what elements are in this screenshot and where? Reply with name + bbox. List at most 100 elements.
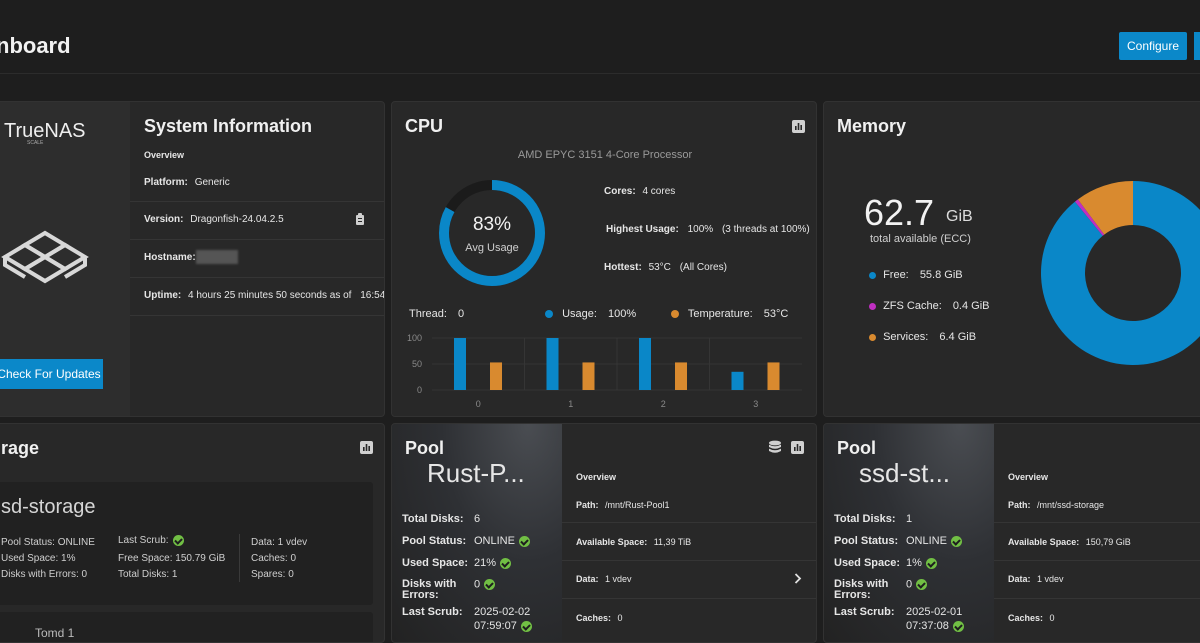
pool-ssd-disk-errors: Disks with Errors: 0 [834, 579, 928, 601]
highest-usage-row: Highest Usage: 100% (3 threads at 100%) [606, 224, 810, 235]
storage-bottom-panel: Tomd 1 [0, 612, 373, 642]
pool-ssd-last-scrub: Last Scrub: 2025-02-01 07:37:08 [834, 605, 964, 632]
storage-spares: Spares: 0 [251, 569, 294, 580]
divider [130, 201, 384, 202]
database-icon[interactable] [768, 440, 782, 454]
platform-row: Platform: Generic [144, 177, 230, 188]
overview-label: Overview [144, 150, 185, 160]
pool-rust-total-disks: Total Disks: 6 [402, 513, 480, 525]
storage-card: rage sd-storage Pool Status: ONLINE Used… [0, 423, 385, 643]
pool-ssd-overview: Overview [1008, 472, 1049, 482]
usage-legend: Usage: 100% [545, 308, 636, 320]
x-tick-label: 0 [476, 399, 481, 409]
bar-usage-thread-2 [639, 338, 651, 390]
storage-pool-name: sd-storage [1, 496, 96, 518]
pool-rust-last-scrub: Last Scrub: 2025-02-02 07:59:07 [402, 605, 532, 632]
data-value: 1 vdev [1037, 574, 1064, 584]
top-bar: nboard Configure [0, 0, 1200, 74]
pool-status-label: Pool Status: [834, 535, 899, 547]
copy-clipboard-icon[interactable] [355, 213, 365, 225]
divider [994, 598, 1200, 599]
reports-chart-icon[interactable] [791, 441, 804, 454]
last-scrub-label: Last Scrub: [834, 606, 895, 618]
pool-rust-status: Pool Status: ONLINE [402, 535, 530, 547]
avg-usage-label: Avg Usage [465, 242, 519, 254]
pool-ssd-status: Pool Status: ONLINE [834, 535, 962, 547]
data-label: Data: [576, 574, 599, 584]
bar-temperature-thread-2 [675, 362, 687, 390]
last-scrub-time: 07:59:07 [474, 620, 517, 632]
pool-rust-data-row[interactable]: Data: 1 vdev [562, 561, 816, 598]
hostname-row: Hostname: [144, 252, 196, 263]
y-tick-label: 50 [412, 359, 422, 369]
thread-value: 0 [457, 308, 465, 320]
reports-chart-icon[interactable] [792, 120, 805, 133]
memory-services-row: Services: 6.4 GiB [869, 331, 976, 343]
pool-ssd-data[interactable]: Data: 1 vdev [1008, 574, 1064, 584]
pool-status-value: ONLINE [906, 535, 947, 547]
usage-legend-label: Usage: [562, 308, 597, 320]
platform-label: Platform: [144, 177, 188, 188]
pool-rust-used-space: Used Space: 21% [402, 557, 512, 569]
pool-ssd-name: ssd-st... [859, 458, 951, 488]
data-label: Data: [1008, 574, 1031, 584]
reports-chart-icon[interactable] [360, 441, 373, 454]
page-title: nboard [0, 33, 71, 58]
storage-pool-status: Pool Status: ONLINE [1, 537, 95, 548]
disk-errors-value: 0 [906, 578, 913, 591]
y-tick-label: 100 [407, 333, 422, 343]
zfs-label: ZFS Cache: [883, 300, 942, 312]
used-space-label: Used Space: [834, 557, 901, 569]
version-value: Dragonfish-24.04.2.5 [190, 214, 284, 225]
last-scrub-label: Last Scrub: [402, 606, 463, 618]
bar-temperature-thread-0 [490, 362, 502, 390]
hottest-detail: (All Cores) [679, 262, 727, 273]
storage-data: Data: 1 vdev [251, 537, 308, 548]
memory-title: Memory [837, 116, 907, 136]
bar-usage-thread-0 [454, 338, 466, 390]
system-information-title: System Information [144, 116, 313, 136]
y-tick-label: 0 [417, 385, 422, 395]
pool-ssd-caches: Caches: 0 [1008, 613, 1055, 623]
uptime-row: Uptime: 4 hours 25 minutes 50 seconds as… [144, 290, 384, 301]
x-tick-label: 1 [568, 399, 573, 409]
check-for-updates-button[interactable]: Check For Updates [0, 359, 103, 389]
services-label: Services: [883, 331, 929, 343]
logo-panel: TrueNAS SCALE Check For Updates [0, 102, 130, 416]
divider [994, 522, 1200, 523]
available-space-label: Available Space: [1008, 537, 1080, 547]
configure-button[interactable]: Configure [1119, 32, 1187, 60]
avg-usage-percent: 83% [472, 214, 512, 235]
free-legend-dot [869, 271, 876, 279]
cpu-model: AMD EPYC 3151 4-Core Processor [517, 149, 693, 161]
divider [562, 598, 816, 599]
hostname-label: Hostname: [144, 252, 196, 263]
used-space-value: 21% [474, 557, 497, 569]
storage-last-scrub: Last Scrub: [118, 535, 184, 546]
pool-ssd-title: Pool [837, 438, 876, 458]
status-ok-icon [518, 535, 530, 547]
zfs-legend-dot [869, 302, 876, 310]
services-legend-dot [869, 333, 876, 341]
hottest-label: Hottest: [604, 262, 642, 273]
storage-pool-summary[interactable]: sd-storage Pool Status: ONLINE Used Spac… [0, 482, 373, 605]
storage-bottom-text: Tomd 1 [35, 626, 75, 640]
pool-rust-available: Available Space: 11,39 TiB [576, 537, 691, 547]
total-disks-value: 6 [474, 513, 481, 525]
pool-ssd-available: Available Space: 150,79 GiB [1008, 537, 1131, 547]
divider [994, 560, 1200, 561]
memory-total-unit: GiB [946, 208, 973, 225]
hostname-redacted [196, 250, 238, 264]
pool-rust-name: Rust-P... [427, 458, 525, 488]
bar-usage-thread-3 [731, 371, 744, 390]
pool-rust-caches: Caches: 0 [576, 613, 623, 623]
memory-zfs-row: ZFS Cache: 0.4 GiB [869, 300, 990, 312]
zfs-value: 0.4 GiB [952, 300, 990, 312]
more-button[interactable] [1194, 32, 1200, 60]
version-label: Version: [144, 214, 184, 225]
caches-value: 0 [1049, 613, 1055, 623]
caches-label: Caches: [576, 613, 612, 623]
data-value: 1 vdev [605, 574, 632, 584]
x-tick-label: 2 [661, 399, 666, 409]
truenas-logo: TrueNAS [4, 120, 86, 142]
